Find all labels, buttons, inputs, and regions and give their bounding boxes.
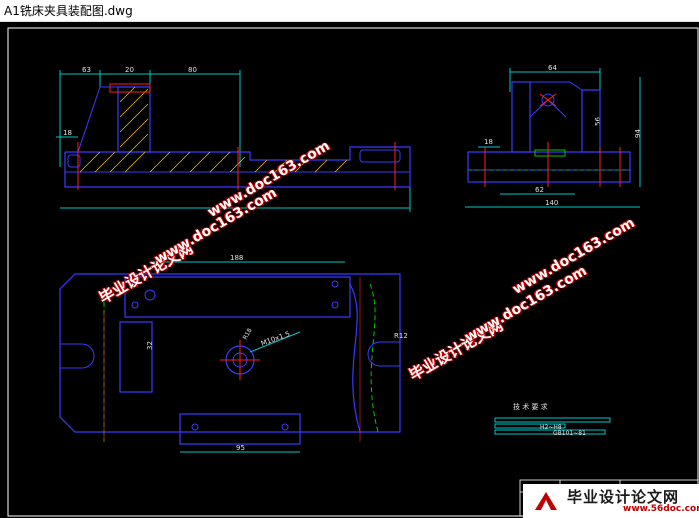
logo-url: www.56doc.com — [623, 504, 699, 514]
notes-line3: GB101~81 — [553, 430, 586, 437]
side-dim-64: 64 — [548, 64, 557, 72]
top-dim-95: 95 — [236, 444, 245, 452]
cad-drawing-canvas[interactable]: 63 20 80 18 64 94 56 18 62 140 188 32 M1… — [0, 22, 699, 518]
window-title: A1铣床夹具装配图.dwg — [4, 4, 133, 18]
front-dim-20: 20 — [125, 66, 134, 74]
side-view: 64 94 56 18 62 140 — [465, 64, 642, 208]
side-dim-94: 94 — [634, 129, 642, 138]
site-logo: 毕业设计论文网 www.56doc.com — [523, 484, 699, 518]
front-dim-63: 63 — [82, 66, 91, 74]
notes-title: 技 术 要 求 — [513, 402, 548, 411]
drawing-frame — [7, 27, 699, 517]
top-dim-r18: R18 — [242, 327, 254, 341]
side-dim-18: 18 — [484, 138, 493, 146]
cad-drawing: 63 20 80 18 64 94 56 18 62 140 188 32 M1… — [7, 27, 699, 517]
window-title-bar: A1铣床夹具装配图.dwg — [0, 0, 699, 22]
front-dim-80: 80 — [188, 66, 197, 74]
top-thread-label: M10x1.5 — [260, 330, 291, 348]
side-dim-140: 140 — [545, 199, 558, 207]
side-dim-62: 62 — [535, 186, 544, 194]
logo-mark-icon — [535, 492, 557, 510]
front-dim-18: 18 — [63, 129, 72, 137]
side-dim-56: 56 — [594, 117, 602, 126]
technical-notes: 技 术 要 求 H2~H8 GB101~81 — [494, 402, 611, 437]
top-dim-32: 32 — [146, 341, 154, 350]
top-dim-r12: R12 — [394, 332, 408, 340]
top-dim-188: 188 — [230, 254, 243, 262]
